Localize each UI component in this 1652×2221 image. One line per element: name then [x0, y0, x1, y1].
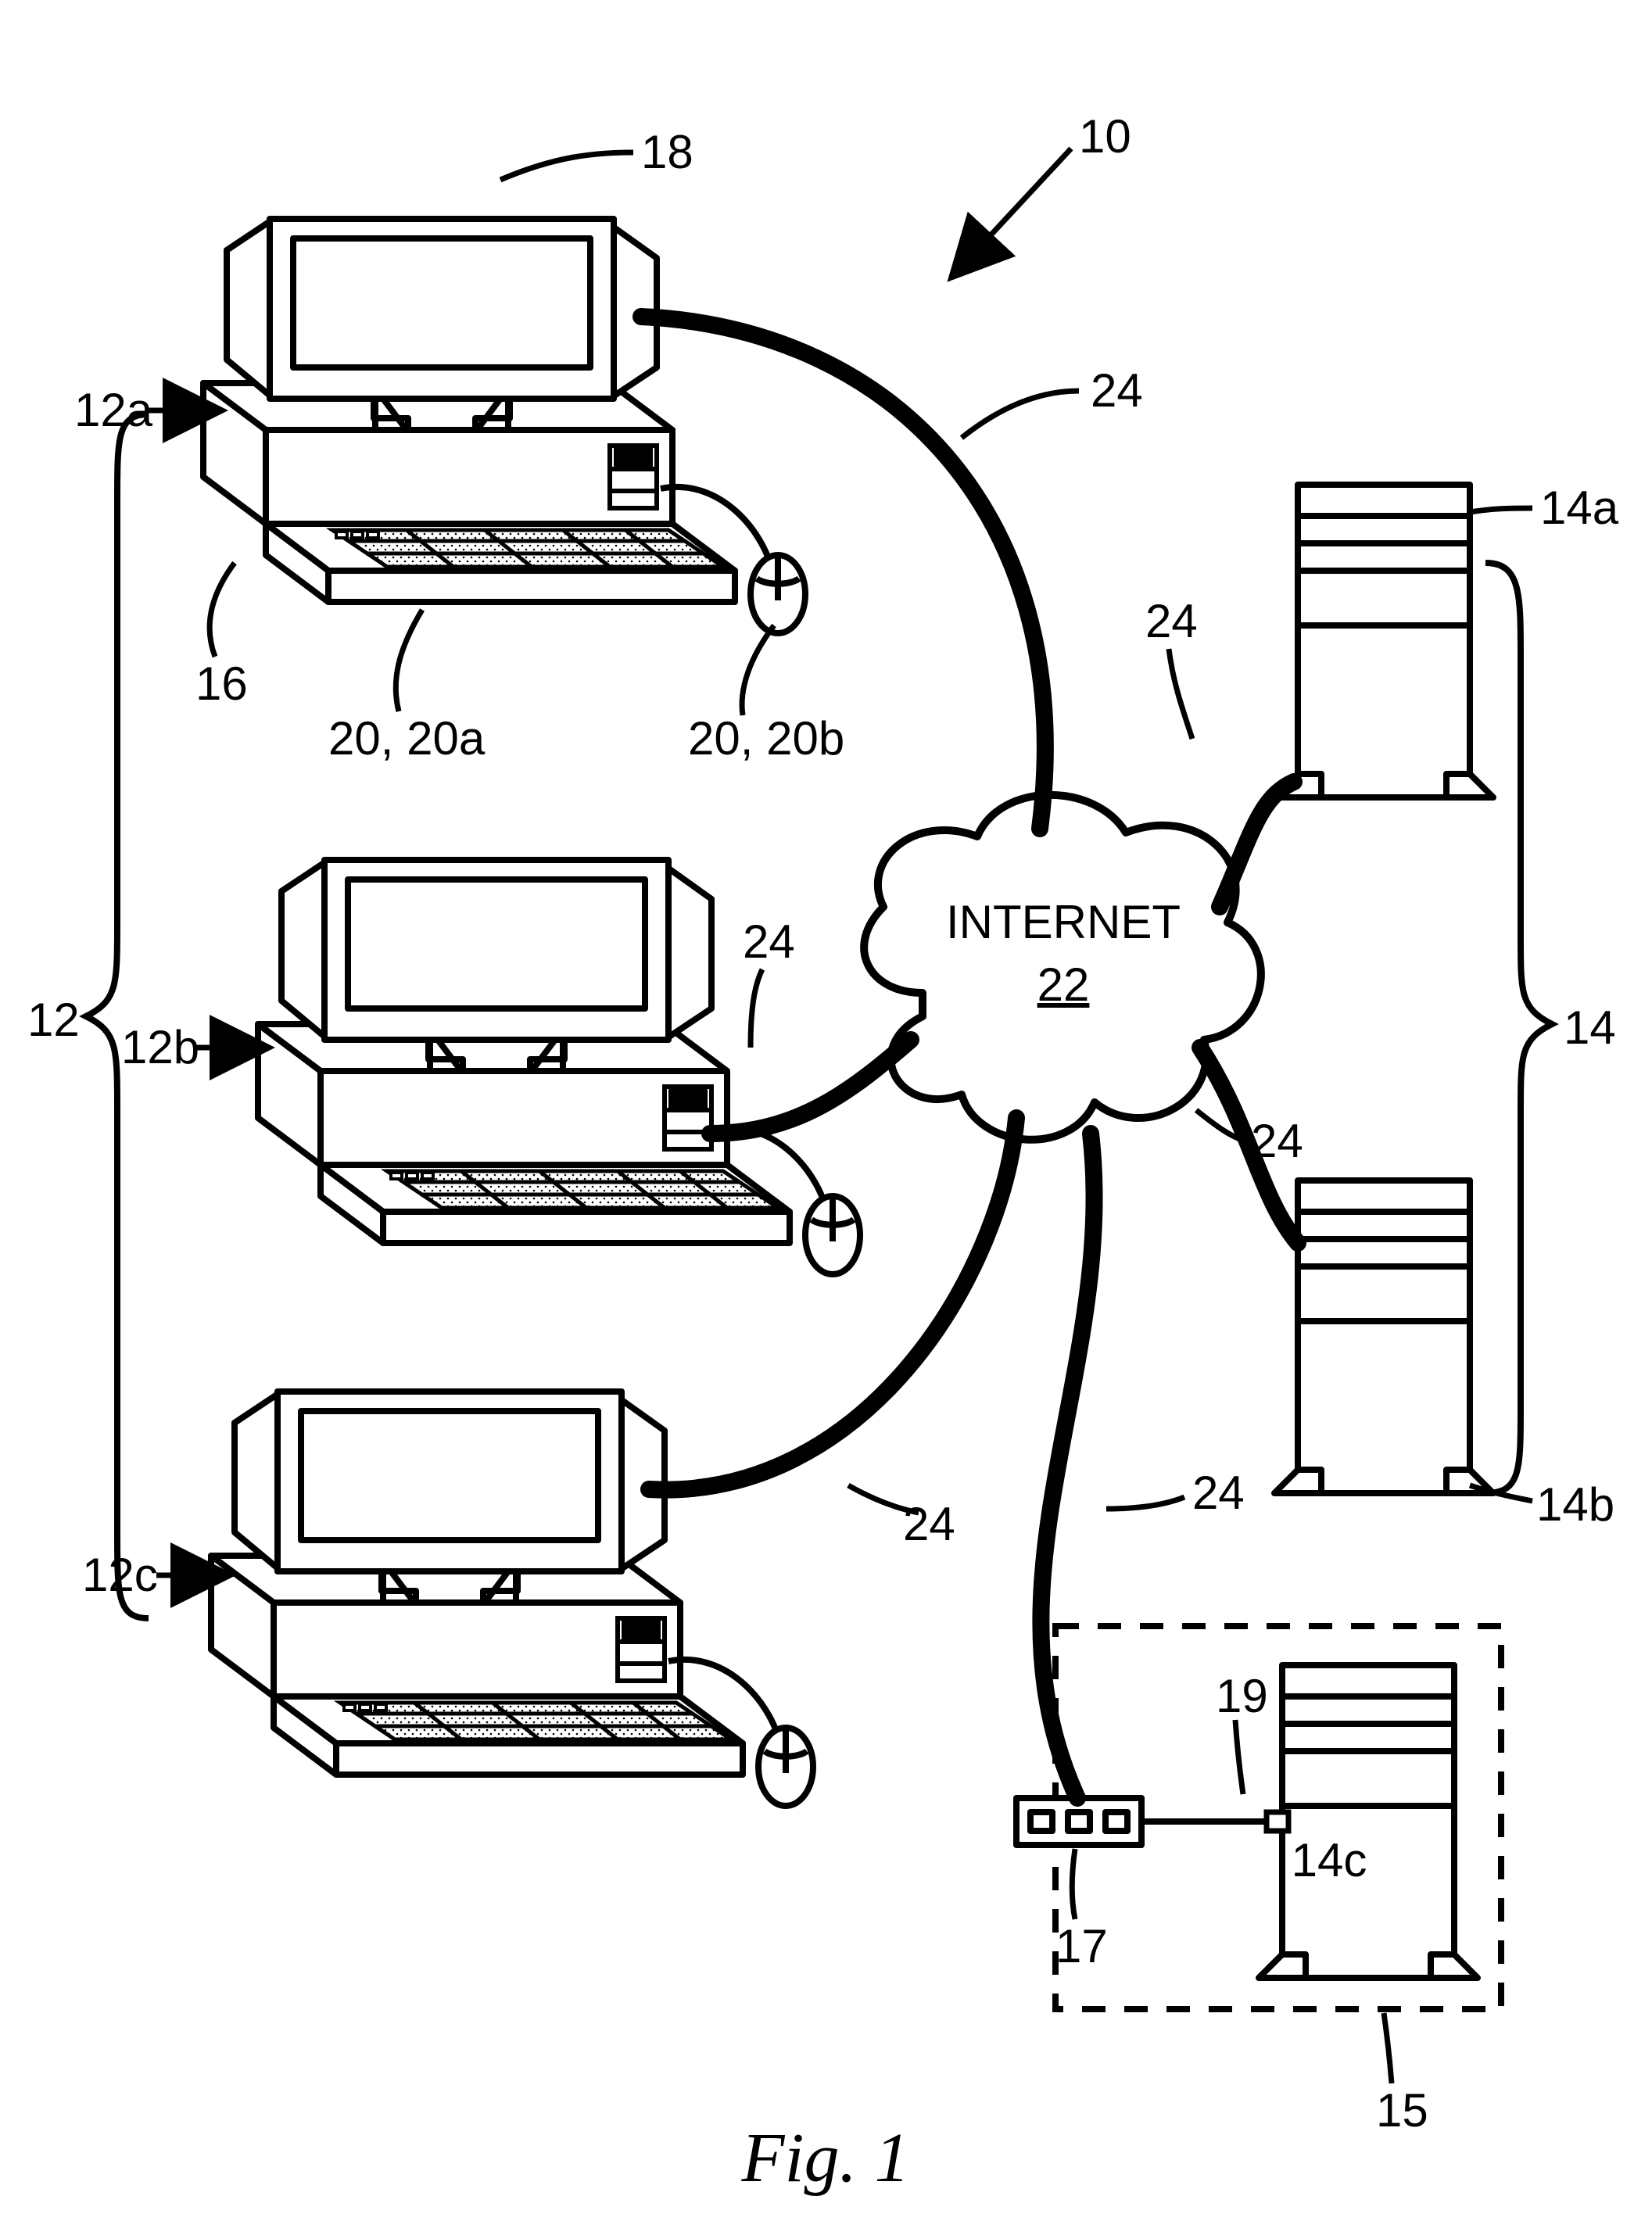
ref-12a: 12a	[74, 384, 153, 436]
cloud-label: INTERNET	[946, 896, 1181, 948]
ref-12b: 12b	[121, 1021, 199, 1073]
ref-12c: 12c	[82, 1549, 158, 1601]
ref-24-top: 24	[1091, 364, 1143, 417]
ref-14c: 14c	[1292, 1834, 1367, 1886]
clients-group-brace	[86, 414, 149, 1618]
ref-14a: 14a	[1540, 482, 1619, 534]
client-a	[203, 219, 805, 633]
client-c	[211, 1392, 813, 1806]
ref-20-20b: 20, 20b	[688, 712, 844, 765]
figure-caption: Fig. 1	[741, 2119, 910, 2197]
cloud-ref: 22	[1037, 958, 1090, 1011]
ref-14: 14	[1564, 1001, 1616, 1054]
server-b	[1274, 1180, 1493, 1493]
network-diagram: INTERNET 22	[0, 0, 1652, 2221]
servers-group-brace	[1485, 563, 1552, 1493]
ref-15: 15	[1376, 2084, 1428, 2137]
ref-24-r1: 24	[1145, 595, 1198, 647]
ref-20-20a: 20, 20a	[328, 712, 486, 765]
ref-18: 18	[641, 126, 693, 178]
ref-16: 16	[195, 657, 248, 710]
ref-10: 10	[1079, 110, 1131, 163]
ref-24-mid: 24	[743, 915, 795, 968]
ref-24-r2: 24	[1251, 1115, 1303, 1167]
ref-24-drop: 24	[1192, 1467, 1245, 1519]
patent-figure-page: INTERNET 22	[0, 0, 1652, 2221]
ref-17: 17	[1055, 1920, 1108, 1972]
server-a	[1274, 485, 1493, 797]
ref-12: 12	[27, 994, 80, 1046]
ref-19: 19	[1216, 1670, 1268, 1722]
ref-14b: 14b	[1536, 1478, 1614, 1531]
internet-cloud: INTERNET 22	[864, 795, 1261, 1140]
ref-24-l3: 24	[903, 1498, 955, 1550]
